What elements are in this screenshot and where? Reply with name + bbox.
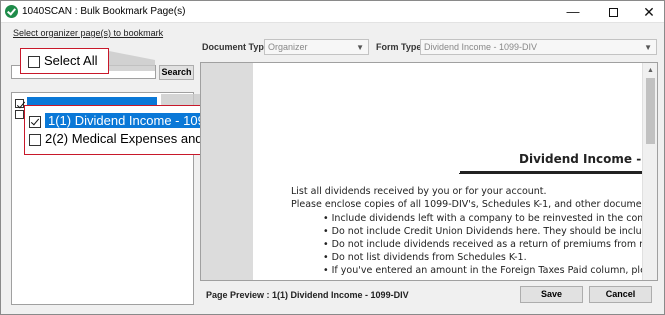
chevron-down-icon: ▼ [356,43,364,52]
maximize-icon [608,8,618,18]
checkbox[interactable] [29,115,41,128]
search-button[interactable]: Search [159,65,194,80]
select-all-label: Select All [44,53,98,68]
window-title: 1040SCAN : Bulk Bookmark Page(s) [22,6,186,17]
preview-line: • Include dividends left with a company … [323,213,658,224]
form-type-value: Dividend Income - 1099-DIV [424,42,538,52]
scroll-up-icon[interactable]: ▲ [643,63,657,78]
page-preview: Dividend Income - List all dividends rec… [200,62,658,281]
select-all-callout[interactable]: Select All [20,48,109,74]
group-label: Select organizer page(s) to bookmark [13,28,164,38]
preview-title: Dividend Income - [519,152,642,166]
scroll-thumb[interactable] [646,78,655,144]
document-type-label: Document Type [202,42,269,52]
callout-pointer [109,51,155,71]
preview-page: Dividend Income - List all dividends rec… [253,63,657,280]
page-preview-status: Page Preview : 1(1) Dividend Income - 10… [206,290,409,300]
select-all-checkbox[interactable] [28,55,40,68]
app-check-icon [5,5,18,18]
title-bar: 1040SCAN : Bulk Bookmark Page(s) — ✕ [1,1,664,23]
preview-line: • Do not list dividends from Schedules K… [323,252,527,263]
chevron-down-icon: ▼ [644,43,652,52]
vertical-scrollbar[interactable]: ▲ [642,63,657,280]
checkbox[interactable] [15,109,24,119]
preview-line: • If you've entered an amount in the For… [323,265,657,276]
cancel-button[interactable]: Cancel [589,286,652,303]
preview-line: • Do not include Credit Union Dividends … [323,226,658,237]
checkbox[interactable] [15,98,24,108]
close-button[interactable]: ✕ [631,1,665,23]
document-type-select[interactable]: Organizer ▼ [264,39,369,55]
bulk-bookmark-window: 1040SCAN : Bulk Bookmark Page(s) — ✕ Sel… [0,0,665,315]
document-type-value: Organizer [268,42,308,52]
preview-line: • Do not include dividends received as a… [323,239,658,250]
minimize-button[interactable]: — [555,1,591,23]
form-type-label: Form Type [376,42,422,52]
form-type-select[interactable]: Dividend Income - 1099-DIV ▼ [420,39,657,55]
checkbox[interactable] [29,133,41,146]
title-rule [459,173,649,174]
preview-line: Please enclose copies of all 1099-DIV's,… [291,199,657,210]
maximize-button[interactable] [595,1,631,23]
preview-line: List all dividends received by you or fo… [291,186,547,197]
save-button[interactable]: Save [520,286,583,303]
